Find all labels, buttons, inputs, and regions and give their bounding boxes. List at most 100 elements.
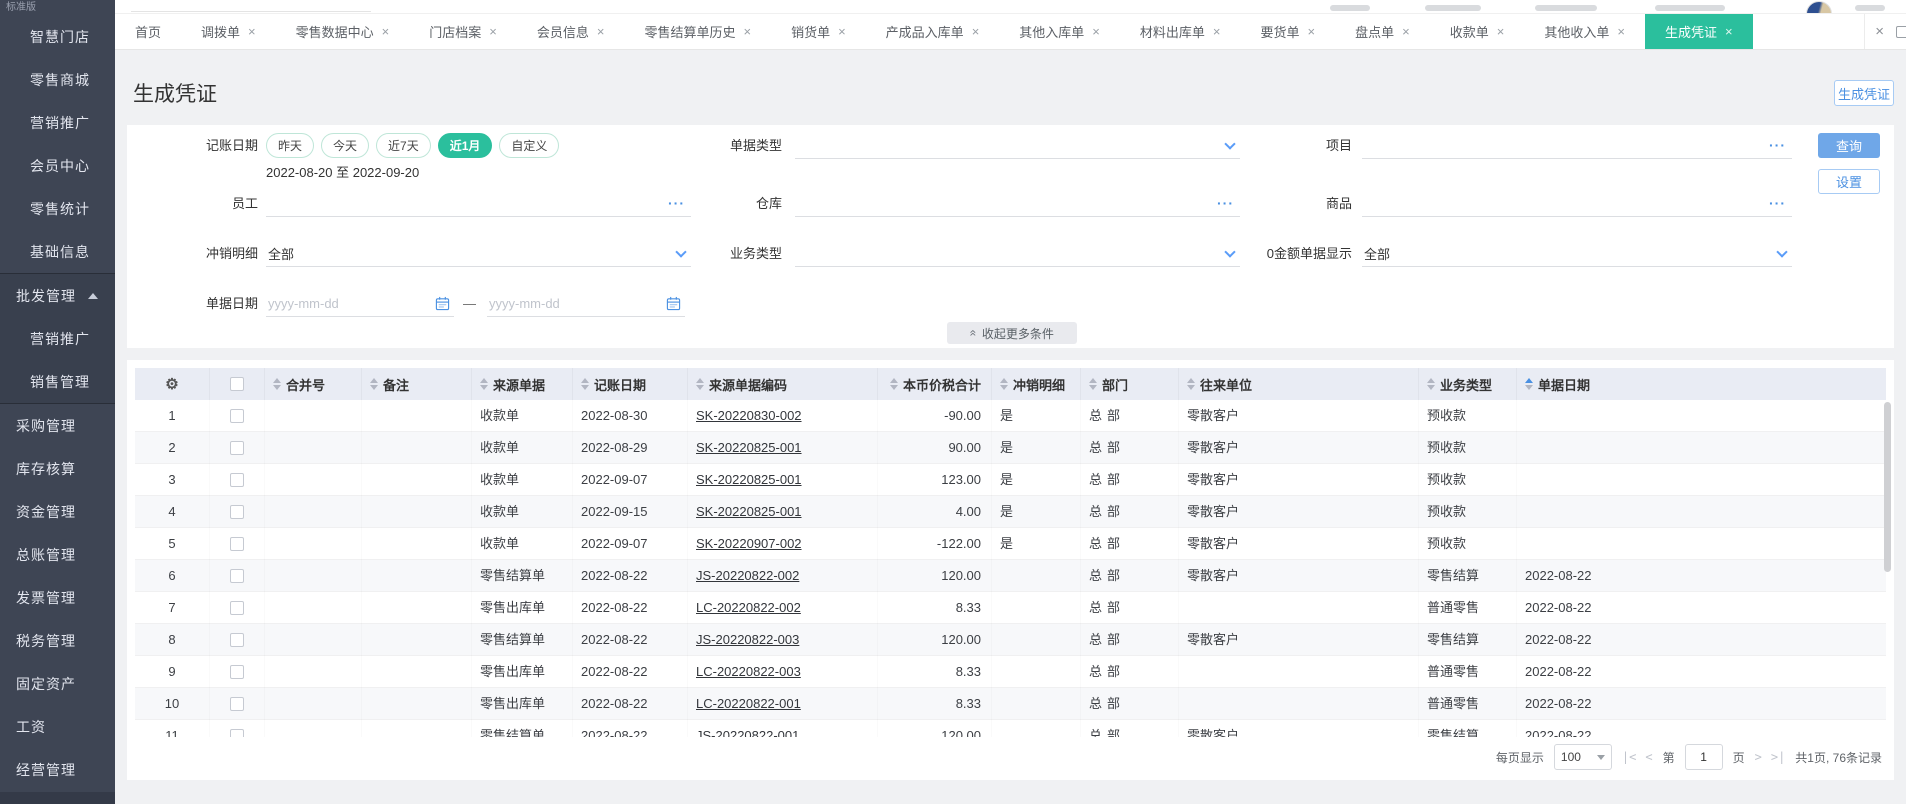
row-checkbox[interactable] xyxy=(230,441,244,456)
tab-close-icon[interactable]: × xyxy=(1092,25,1100,38)
tab-other-inbound[interactable]: 其他入库单 × xyxy=(999,14,1120,49)
sidebar-item-tax-mgmt[interactable]: 税务管理 xyxy=(0,619,115,662)
col-note[interactable]: 备注 xyxy=(362,368,472,400)
source-code-link[interactable]: SK-20220830-002 xyxy=(696,408,802,423)
source-code-link[interactable]: LC-20220822-001 xyxy=(696,696,801,711)
tab-close-icon[interactable]: × xyxy=(1213,25,1221,38)
col-doc-date[interactable]: 单据日期 xyxy=(1517,368,1886,400)
col-source-doc[interactable]: 来源单据 xyxy=(472,368,573,400)
sidebar-item-payroll[interactable]: 工资 xyxy=(0,705,115,748)
doc-type-select[interactable] xyxy=(795,133,1240,159)
tab-close-icon[interactable]: × xyxy=(489,25,497,38)
sidebar-item-retail-stats[interactable]: 零售统计 xyxy=(0,187,115,230)
tab-retail-data-center[interactable]: 零售数据中心 × xyxy=(276,14,410,49)
query-button[interactable]: 查询 xyxy=(1818,133,1880,158)
col-amount[interactable]: 本币价税合计 xyxy=(878,368,992,400)
zero-amount-select[interactable]: 全部 xyxy=(1362,241,1792,267)
ellipsis-picker-icon[interactable]: ··· xyxy=(1769,137,1786,153)
generate-voucher-button[interactable]: 生成凭证 xyxy=(1834,80,1894,106)
tab-other-income[interactable]: 其他收入单 × xyxy=(1524,14,1645,49)
tab-close-icon[interactable]: × xyxy=(597,25,605,38)
row-checkbox[interactable] xyxy=(230,697,244,712)
sidebar-item-sales-mgmt[interactable]: 销售管理 xyxy=(0,360,115,403)
calendar-icon[interactable] xyxy=(435,296,450,314)
tab-store-archive[interactable]: 门店档案 × xyxy=(409,14,517,49)
tab-close-icon[interactable]: × xyxy=(248,25,256,38)
sidebar-item-business-mgmt[interactable]: 经营管理 xyxy=(0,748,115,791)
sidebar-item-fixed-assets[interactable]: 固定资产 xyxy=(0,662,115,705)
col-booking-date[interactable]: 记账日期 xyxy=(573,368,688,400)
tab-goods-request[interactable]: 要货单 × xyxy=(1241,14,1336,49)
preset-today[interactable]: 今天 xyxy=(321,133,370,158)
col-source-code[interactable]: 来源单据编码 xyxy=(688,368,878,400)
ellipsis-picker-icon[interactable]: ··· xyxy=(1769,195,1786,211)
source-code-link[interactable]: LC-20220822-002 xyxy=(696,600,801,615)
row-checkbox[interactable] xyxy=(230,473,244,488)
source-code-link[interactable]: JS-20220822-001 xyxy=(696,728,799,738)
prev-page-icon[interactable]: < xyxy=(1645,750,1652,764)
tab-close-icon[interactable]: × xyxy=(1497,25,1505,38)
row-checkbox[interactable] xyxy=(230,537,244,552)
row-checkbox[interactable] xyxy=(230,505,244,520)
employee-input[interactable]: ··· xyxy=(266,191,691,217)
tab-transfer-order[interactable]: 调拨单 × xyxy=(181,14,276,49)
sidebar-item-smart-store[interactable]: 智慧门店 xyxy=(0,15,115,58)
row-checkbox[interactable] xyxy=(230,601,244,616)
source-code-link[interactable]: SK-20220825-001 xyxy=(696,472,802,487)
select-all-header[interactable] xyxy=(210,368,265,400)
tab-home[interactable]: 首页 xyxy=(115,14,181,49)
source-code-link[interactable]: SK-20220825-001 xyxy=(696,504,802,519)
tab-close-icon[interactable]: × xyxy=(972,25,980,38)
column-settings-header[interactable]: ⚙ xyxy=(135,368,210,400)
tab-material-outbound[interactable]: 材料出库单 × xyxy=(1120,14,1241,49)
tab-close-icon[interactable]: × xyxy=(743,25,751,38)
last-page-icon[interactable]: >| xyxy=(1771,750,1785,764)
tab-close-icon[interactable]: × xyxy=(838,25,846,38)
close-all-tabs-icon[interactable]: × xyxy=(1875,23,1884,40)
tab-sales-order[interactable]: 销货单 × xyxy=(771,14,866,49)
vertical-scrollbar[interactable] xyxy=(1884,402,1891,572)
tab-close-icon[interactable]: × xyxy=(382,25,390,38)
row-checkbox[interactable] xyxy=(230,665,244,680)
sidebar-item-marketing[interactable]: 营销推广 xyxy=(0,101,115,144)
sidebar-item-general-ledger[interactable]: 总账管理 xyxy=(0,533,115,576)
source-code-link[interactable]: SK-20220907-002 xyxy=(696,536,802,551)
tab-close-icon[interactable]: × xyxy=(1308,25,1316,38)
preset-custom[interactable]: 自定义 xyxy=(499,133,560,158)
project-input[interactable]: ··· xyxy=(1362,133,1792,159)
goods-input[interactable]: ··· xyxy=(1362,191,1792,217)
source-code-link[interactable]: JS-20220822-002 xyxy=(696,568,799,583)
sidebar-item-retail-mall[interactable]: 零售商城 xyxy=(0,58,115,101)
tab-receipt-order[interactable]: 收款单 × xyxy=(1430,14,1525,49)
row-checkbox[interactable] xyxy=(230,633,244,648)
collapse-conditions-button[interactable]: « 收起更多条件 xyxy=(947,322,1077,344)
settings-button[interactable]: 设置 xyxy=(1818,169,1880,194)
sidebar-item-funds-mgmt[interactable]: 资金管理 xyxy=(0,490,115,533)
tab-member-info[interactable]: 会员信息 × xyxy=(517,14,625,49)
writeoff-select[interactable]: 全部 xyxy=(266,241,691,267)
preset-last7days[interactable]: 近7天 xyxy=(376,133,431,158)
doc-date-end-input[interactable]: yyyy-mm-dd xyxy=(487,291,685,317)
preset-last-month[interactable]: 近1月 xyxy=(437,133,493,158)
col-merge-no[interactable]: 合并号 xyxy=(265,368,362,400)
source-code-link[interactable]: JS-20220822-003 xyxy=(696,632,799,647)
tab-generate-voucher[interactable]: 生成凭证 × xyxy=(1644,14,1753,49)
user-avatar[interactable] xyxy=(1806,1,1832,13)
row-checkbox[interactable] xyxy=(230,409,244,424)
col-biz-type[interactable]: 业务类型 xyxy=(1419,368,1517,400)
preset-yesterday[interactable]: 昨天 xyxy=(266,133,315,158)
sidebar-item-basic-info[interactable]: 基础信息 xyxy=(0,230,115,273)
sidebar-item-member-center[interactable]: 会员中心 xyxy=(0,144,115,187)
next-page-icon[interactable]: > xyxy=(1755,750,1762,764)
col-department[interactable]: 部门 xyxy=(1081,368,1179,400)
select-all-checkbox[interactable] xyxy=(230,377,244,391)
tab-close-icon[interactable]: × xyxy=(1402,25,1410,38)
sidebar-item-invoice-mgmt[interactable]: 发票管理 xyxy=(0,576,115,619)
row-checkbox[interactable] xyxy=(230,729,244,737)
sidebar-item-wholesale-marketing[interactable]: 营销推广 xyxy=(0,317,115,360)
biz-type-select[interactable] xyxy=(795,241,1240,267)
col-writeoff[interactable]: 冲销明细 xyxy=(992,368,1081,400)
sidebar-item-wholesale-mgmt[interactable]: 批发管理 xyxy=(0,274,115,317)
gear-icon[interactable]: ⚙ xyxy=(165,375,178,393)
page-number-input[interactable]: 1 xyxy=(1684,744,1723,770)
